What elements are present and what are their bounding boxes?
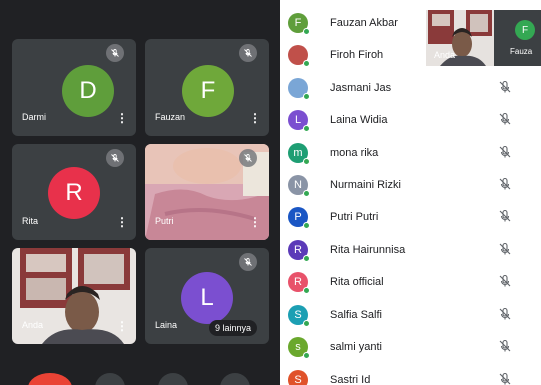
status-dot [303,158,310,165]
participant-tile-self[interactable]: Anda ⋮ [12,248,136,344]
more-options-button[interactable] [220,373,250,385]
tile-name: Laina [155,320,178,330]
pip-participant-name: Fauza [510,47,533,56]
participant-row[interactable]: m mona rika [280,137,541,169]
mic-off-icon [239,253,257,271]
participant-tile-rita[interactable]: R Rita ⋮ [12,144,136,240]
participant-row[interactable]: Jasmani Jas [280,72,541,104]
participant-row[interactable]: S Salfia Salfi [280,299,541,331]
tile-name: Putri [155,216,174,226]
status-dot [303,255,310,262]
status-dot [303,28,310,35]
participant-tile-darmi[interactable]: D Darmi ⋮ [12,39,136,136]
participant-row[interactable]: R Rita Hairunnisa [280,234,541,266]
tile-name: Rita [22,216,39,226]
participant-tile-putri[interactable]: Putri ⋮ [145,144,269,240]
mic-off-icon[interactable] [497,208,513,224]
status-dot [303,320,310,327]
mic-off-icon [239,149,257,167]
participant-row[interactable]: L Laina Widia [280,104,541,136]
participant-row[interactable]: S Sastri Id [280,364,541,385]
mic-off-icon[interactable] [497,241,513,257]
captions-button[interactable] [95,373,125,385]
more-vert-icon[interactable]: ⋮ [116,216,128,228]
status-dot [303,125,310,132]
more-vert-icon[interactable]: ⋮ [116,320,128,332]
status-dot [303,287,310,294]
participant-name: Laina Widia [330,114,388,126]
avatar: F [182,65,234,117]
mic-off-icon [239,44,257,62]
mic-off-icon[interactable] [497,306,513,322]
avatar: R [48,167,100,219]
participant-name: Fauzan Akbar [330,17,398,29]
participant-row[interactable]: P Putri Putri [280,201,541,233]
more-vert-icon[interactable]: ⋮ [249,112,261,124]
mic-off-icon[interactable] [497,338,513,354]
call-controls [0,368,280,385]
participant-name: Sastri Id [330,374,371,385]
avatar: S [288,370,308,385]
status-dot [303,60,310,67]
mic-off-icon[interactable] [497,111,513,127]
participant-name: Putri Putri [330,211,379,223]
status-dot [303,222,310,229]
mic-off-icon [106,44,124,62]
raise-hand-button[interactable] [158,373,188,385]
participant-name: Rita official [330,276,384,288]
mic-off-icon[interactable] [497,144,513,160]
participant-row[interactable]: s salmi yanti [280,331,541,363]
participant-tile-laina[interactable]: L Laina 9 lainnya [145,248,269,344]
mic-off-icon[interactable] [497,371,513,385]
more-vert-icon[interactable]: ⋮ [116,112,128,124]
mic-off-icon[interactable] [497,176,513,192]
mic-off-icon[interactable] [497,79,513,95]
participant-row[interactable]: R Rita official [280,266,541,298]
participant-name: Rita Hairunnisa [330,244,406,256]
avatar: F [515,20,535,40]
participant-name: salmi yanti [330,341,382,353]
status-dot [303,93,310,100]
video-grid: D Darmi ⋮ F Fauzan ⋮ R Rita ⋮ Putri ⋮ An… [0,0,280,385]
participant-name: Jasmani Jas [330,82,392,94]
tile-name: Anda [22,320,44,330]
participant-name: Firoh Firoh [330,49,384,61]
self-view-pip[interactable]: Anda F Fauza [426,10,541,66]
self-view-label: Anda [434,50,456,60]
end-call-button[interactable] [28,373,72,385]
participant-name: Nurmaini Rizki [330,179,401,191]
avatar: L [181,272,233,324]
mic-off-icon [106,149,124,167]
participant-row[interactable]: N Nurmaini Rizki [280,169,541,201]
tile-name: Fauzan [155,112,186,122]
more-participants-badge[interactable]: 9 lainnya [208,320,257,336]
tile-name: Darmi [22,112,46,122]
avatar: D [62,65,114,117]
more-vert-icon[interactable]: ⋮ [249,216,261,228]
participant-name: mona rika [330,147,379,159]
status-dot [303,352,310,359]
status-dot [303,190,310,197]
participant-name: Salfia Salfi [330,309,382,321]
participant-tile-fauzan[interactable]: F Fauzan ⋮ [145,39,269,136]
mic-off-icon[interactable] [497,273,513,289]
